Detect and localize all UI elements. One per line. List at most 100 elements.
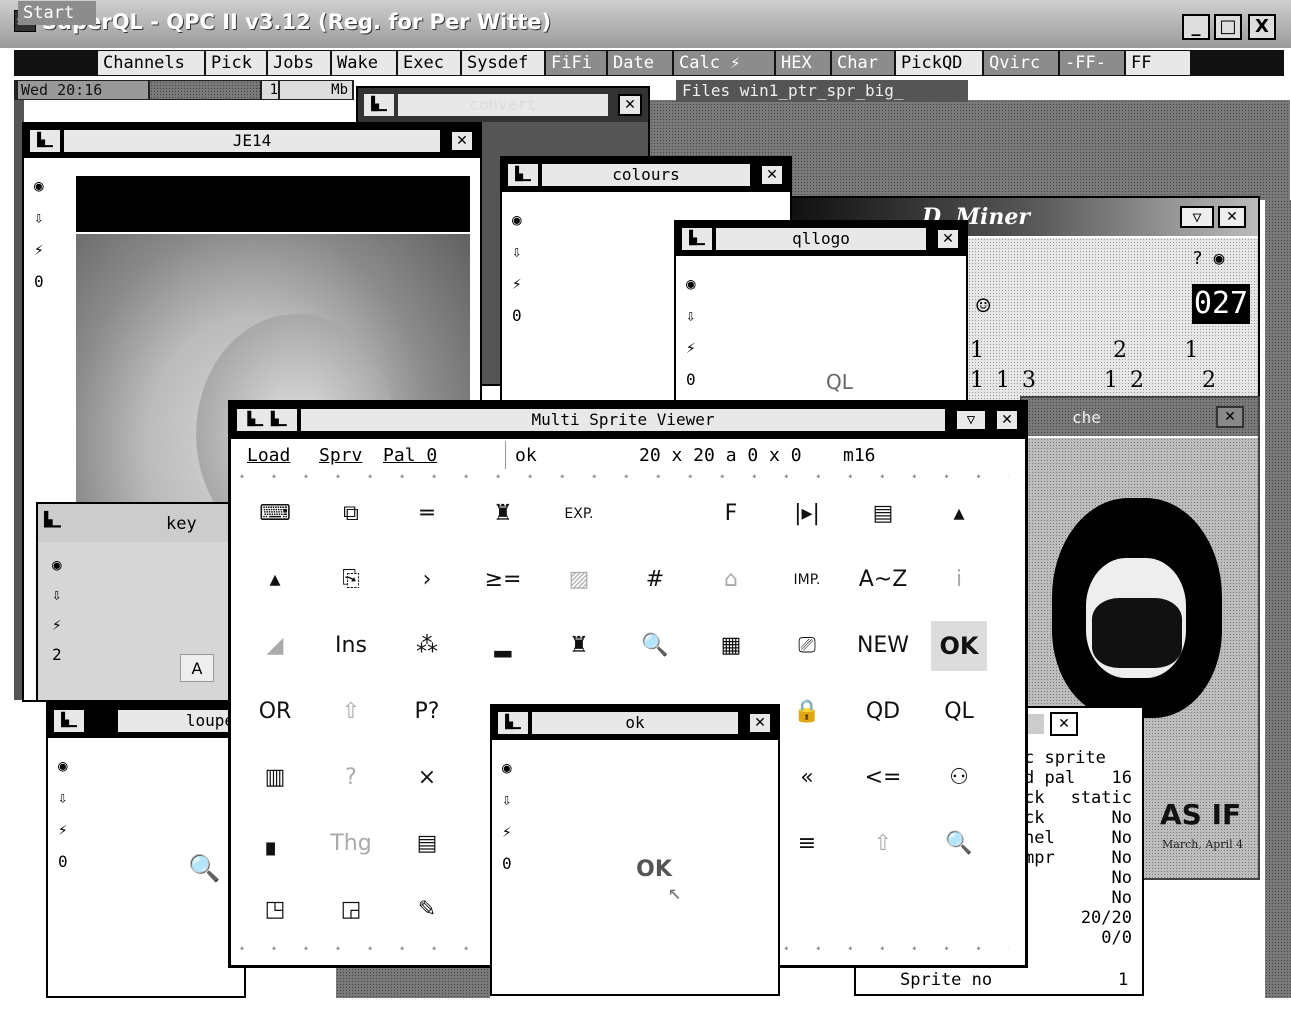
move-icon[interactable]: ⇩ (686, 300, 706, 332)
scrollbar[interactable] (1009, 473, 1023, 953)
sprite-cell[interactable]: <= (855, 753, 911, 803)
sprite-cell[interactable]: ▴ (931, 489, 987, 539)
bb-qvirc[interactable]: Qvirc (984, 51, 1058, 75)
bb-wake[interactable]: Wake (332, 51, 396, 75)
close-icon[interactable]: ✕ (1216, 406, 1244, 428)
sprite-cell[interactable]: |▸| (779, 489, 835, 539)
sprite-cell[interactable]: ♜ (475, 489, 531, 539)
wake-icon[interactable]: ◉ (34, 170, 54, 202)
sprite-cell[interactable]: Ins (323, 621, 379, 671)
sprite-cell[interactable]: ◳ (247, 885, 303, 935)
cell[interactable] (1077, 338, 1113, 366)
sprite-cell[interactable]: 🔒 (779, 687, 835, 737)
close-icon[interactable]: ✕ (1218, 206, 1246, 228)
sprite-cell[interactable]: ◲ (323, 885, 379, 935)
sprite-cell[interactable]: NEW (855, 621, 911, 671)
window-menu-icon[interactable]: ▙▁ (364, 94, 394, 116)
sprite-cell[interactable]: ▥ (247, 753, 303, 803)
shrink-icon[interactable]: ▽ (955, 409, 987, 431)
window-menu-icon[interactable]: ▙▁ (682, 228, 712, 250)
load-menu[interactable]: Load (247, 445, 290, 466)
pal-menu[interactable]: Pal 0 (383, 445, 437, 466)
sprite-cell[interactable]: ⚇ (931, 753, 987, 803)
wake-icon[interactable]: ◉ (58, 750, 78, 782)
lightning-icon[interactable]: ⚡ (52, 610, 72, 640)
sprite-cell[interactable]: P? (399, 687, 455, 737)
sprite-cell[interactable] (779, 885, 835, 935)
sprite-cell[interactable]: QL (931, 687, 987, 737)
lightning-icon[interactable]: ⚡ (58, 814, 78, 846)
wake-icon[interactable]: ◉ (686, 268, 706, 300)
shrink-icon[interactable]: ▽ (1180, 206, 1214, 228)
files-strip[interactable]: Files win1_ptr_spr_big_ (676, 80, 968, 102)
miner-grid-row-1[interactable]: 1 2 1 (970, 338, 1256, 366)
sprite-cell[interactable] (627, 489, 683, 539)
sprite-cell[interactable]: ▦ (703, 621, 759, 671)
help-icon[interactable]: ? ◉ (1192, 248, 1225, 269)
cell[interactable]: 1 (996, 368, 1022, 396)
sprite-cell[interactable]: OR (247, 687, 303, 737)
sprite-cell[interactable]: ⇧ (323, 687, 379, 737)
bb-ff[interactable]: FF (1126, 51, 1190, 75)
sprite-cell[interactable]: ▨ (551, 555, 607, 605)
lightning-icon[interactable]: ⚡ (686, 332, 706, 364)
sprv-menu[interactable]: Sprv (319, 445, 362, 466)
miner-grid-row-2[interactable]: 1 1 3 1 2 2 (970, 368, 1256, 396)
cell[interactable]: 1 (1185, 338, 1221, 366)
qllogo-window[interactable]: ▙▁ qllogo ✕ ◉ ⇩ ⚡ 0 QL (674, 220, 968, 410)
sprite-cell[interactable]: ✎ (399, 885, 455, 935)
bb-jobs[interactable]: Jobs (268, 51, 330, 75)
sprite-cell[interactable]: ▴ (247, 555, 303, 605)
sprite-cell[interactable]: ⎚ (779, 621, 835, 671)
sprite-cell[interactable]: › (399, 555, 455, 605)
window-menu-icon[interactable]: ▙▁ (30, 130, 60, 152)
window-menu-icon[interactable]: ▙▁ (508, 164, 538, 186)
loupe-window[interactable]: ▙▁ loupe ◉ ⇩ ⚡ 0 🔍 (46, 702, 246, 998)
move-icon[interactable]: ⇩ (58, 782, 78, 814)
lightning-icon[interactable]: ⚡ (502, 816, 522, 848)
sprite-cell[interactable]: ♜ (551, 621, 607, 671)
close-icon[interactable]: ✕ (760, 164, 784, 186)
sprite-cell[interactable]: IMP. (779, 555, 835, 605)
move-icon[interactable]: ⇩ (502, 784, 522, 816)
sprite-cell[interactable]: OK (931, 621, 987, 671)
wake-icon[interactable]: ◉ (502, 752, 522, 784)
bb-char[interactable]: Char (832, 51, 894, 75)
sprite-cell[interactable]: ≥= (475, 555, 531, 605)
close-icon[interactable]: ✕ (618, 94, 642, 116)
bb-start[interactable]: Start (18, 1, 96, 25)
sprite-cell[interactable]: QD (855, 687, 911, 737)
cell[interactable]: 2 (1113, 338, 1149, 366)
cell[interactable] (1042, 338, 1078, 366)
close-icon[interactable]: ✕ (748, 712, 772, 734)
wake-icon[interactable]: ◉ (512, 204, 532, 236)
bb-ff-dash[interactable]: -FF- (1060, 51, 1124, 75)
close-icon[interactable]: ✕ (936, 228, 960, 250)
window-menu-icon[interactable]: ▙▁ ▙▁ (237, 409, 297, 431)
cell[interactable]: 1 (970, 368, 996, 396)
bb-date[interactable]: Date (608, 51, 672, 75)
sprite-cell[interactable]: ▖ (247, 819, 303, 869)
close-button[interactable]: X (1248, 14, 1276, 40)
sprite-cell[interactable]: ⌂ (703, 555, 759, 605)
sprite-cell[interactable]: ▤ (399, 819, 455, 869)
sprite-cell[interactable]: ▂ (475, 621, 531, 671)
sprite-cell[interactable]: 🔍 (627, 621, 683, 671)
lightning-icon[interactable]: ⚡ (34, 234, 54, 266)
window-menu-icon[interactable]: ▙▁ (44, 512, 61, 528)
sprite-cell[interactable]: # (627, 555, 683, 605)
sprite-cell[interactable] (931, 885, 987, 935)
cell[interactable]: 1 (1104, 368, 1130, 396)
sprite-cell[interactable]: ⇧ (855, 819, 911, 869)
sprite-cell[interactable]: × (399, 753, 455, 803)
window-menu-icon[interactable]: ▙▁ (54, 710, 84, 732)
sprite-cell[interactable]: ≡ (779, 819, 835, 869)
move-icon[interactable]: ⇩ (34, 202, 54, 234)
sprite-cell[interactable]: ▤ (855, 489, 911, 539)
cell[interactable] (1220, 338, 1256, 366)
key-window[interactable]: ▙▁ key ◉ ⇩ ⚡ 2 A (36, 502, 246, 702)
cell[interactable] (1068, 368, 1104, 396)
close-icon[interactable]: ✕ (450, 130, 474, 152)
cell[interactable]: 2 (1130, 368, 1166, 396)
bb-pickqd[interactable]: PickQD (896, 51, 982, 75)
